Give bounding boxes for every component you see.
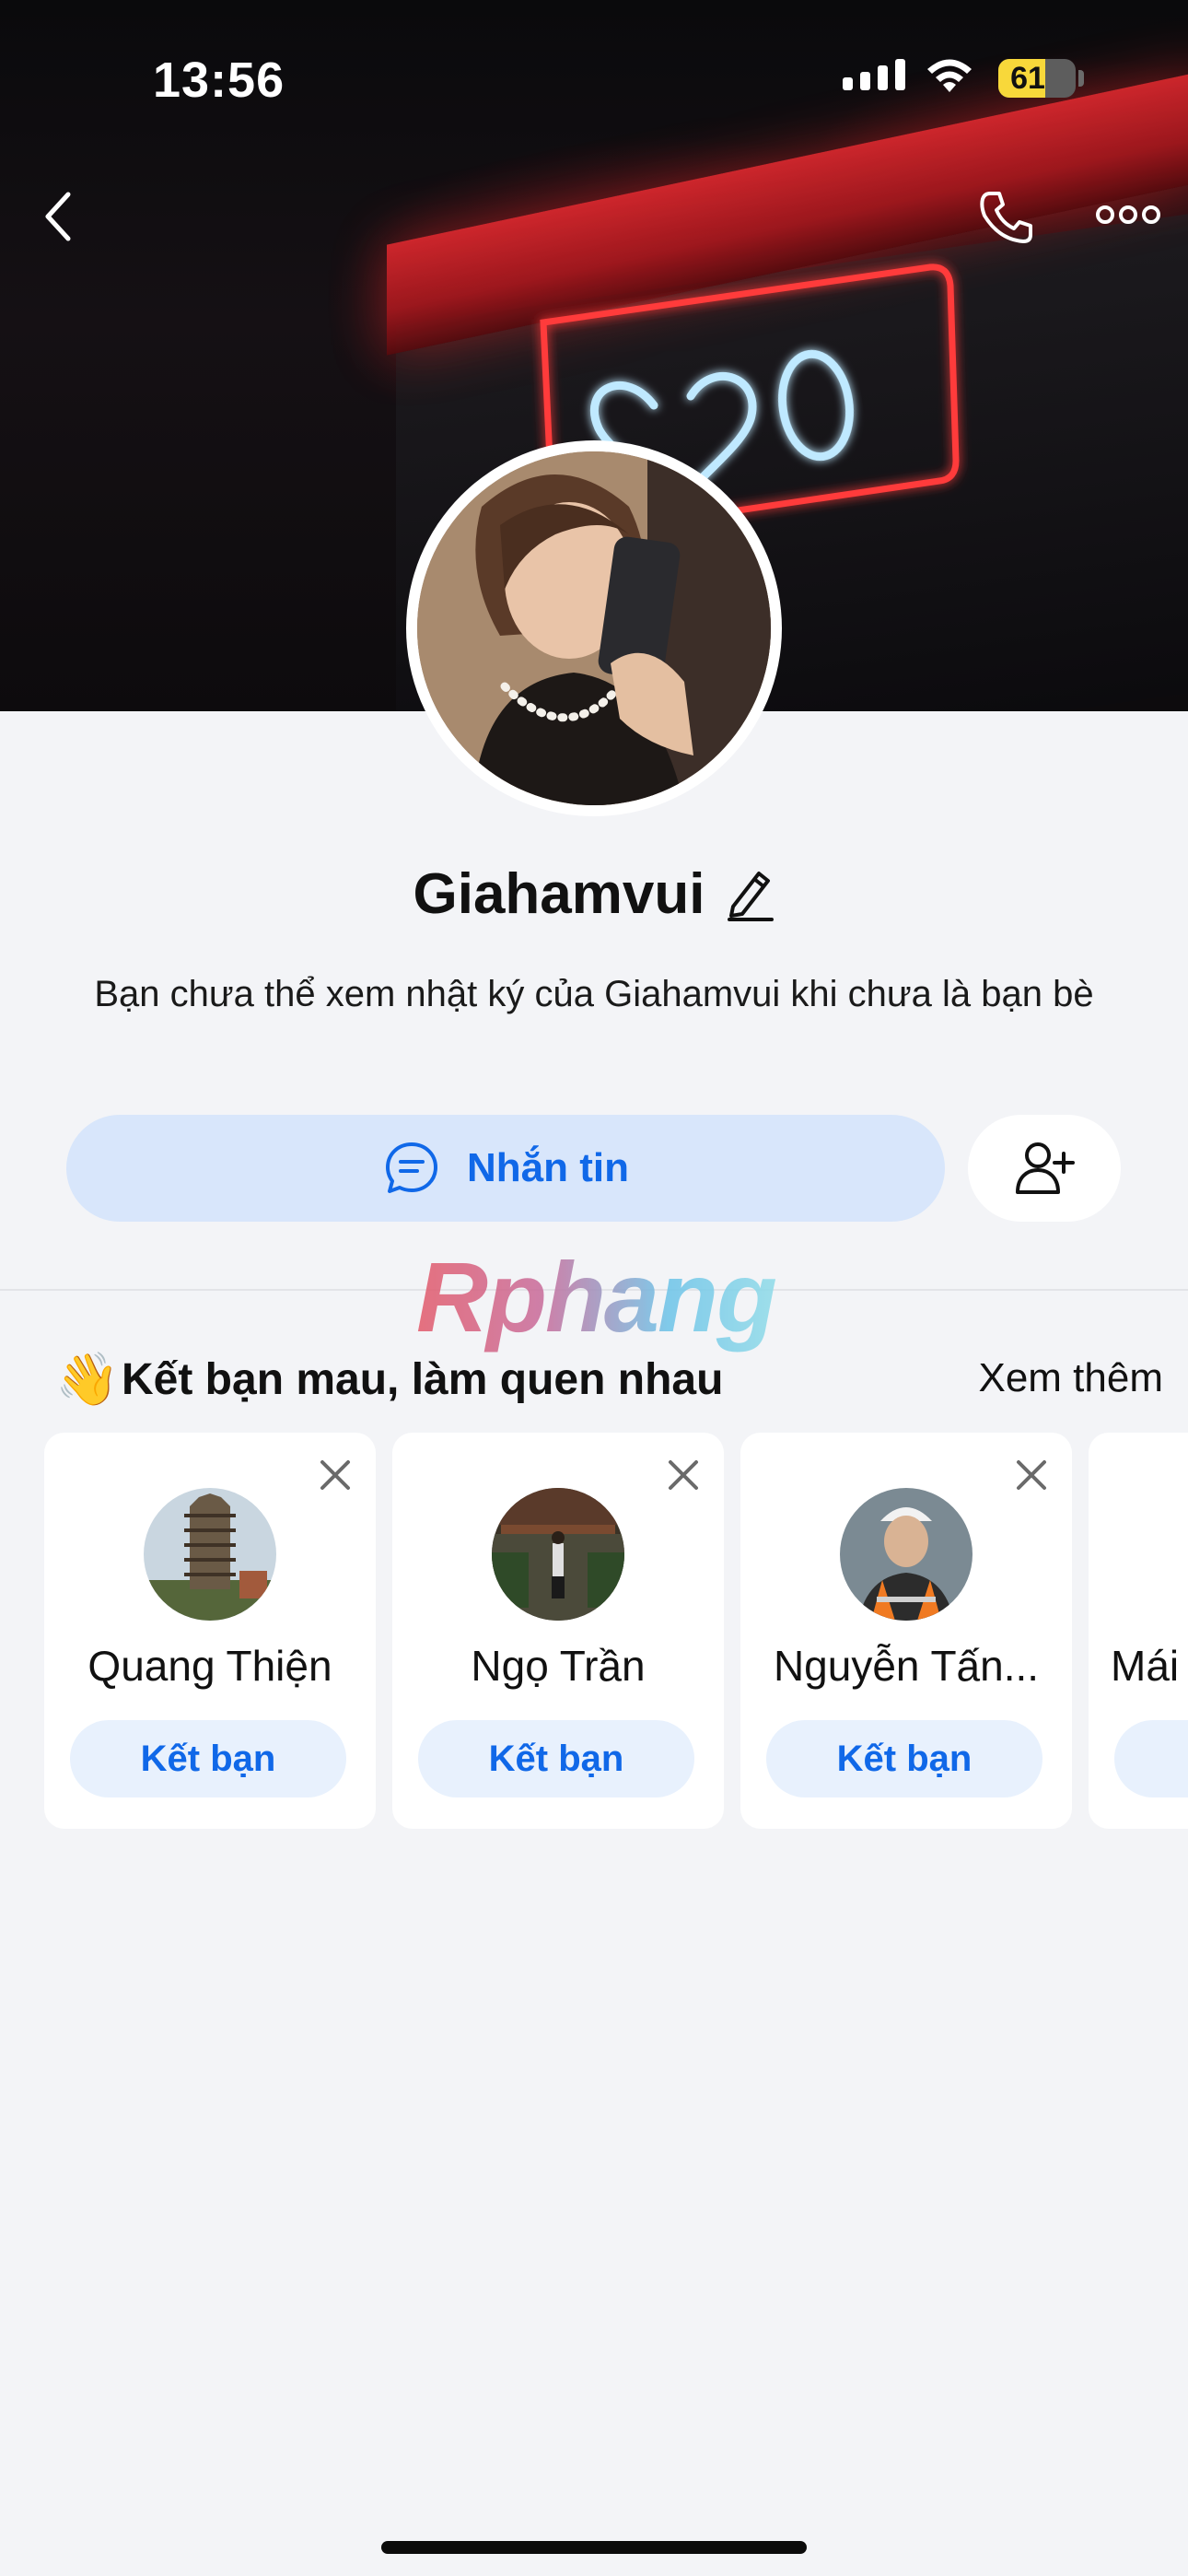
wifi-icon bbox=[927, 59, 972, 92]
home-indicator[interactable] bbox=[381, 2541, 807, 2554]
call-button[interactable] bbox=[976, 188, 1037, 249]
suggestion-avatar[interactable] bbox=[840, 1488, 973, 1621]
profile-name: Giahamvui bbox=[413, 861, 705, 926]
friend-suggestions-header: 👋 Kết bạn mau, làm quen nhau Xem thêm bbox=[55, 1347, 1163, 1411]
profile-name-row: Giahamvui bbox=[0, 857, 1188, 931]
waving-hand-emoji: 👋 bbox=[55, 1350, 120, 1408]
suggestion-avatar[interactable] bbox=[492, 1488, 624, 1621]
battery-icon: 61 bbox=[998, 59, 1076, 98]
add-friend-button[interactable]: Kết bạn bbox=[766, 1720, 1042, 1797]
back-button[interactable] bbox=[37, 190, 77, 245]
chevron-left-icon bbox=[45, 192, 71, 240]
battery-percent: 61 bbox=[1010, 61, 1045, 96]
suggestion-card[interactable]: Ngọ Trần Kết bạn bbox=[392, 1433, 724, 1829]
add-friend-button[interactable]: Kết bạn bbox=[418, 1720, 694, 1797]
more-options-button[interactable] bbox=[1096, 201, 1160, 228]
close-icon bbox=[1017, 1460, 1046, 1490]
suggestions-carousel[interactable]: Quang Thiện Kết bạn Ngọ Trần Kết bạn Ngu… bbox=[44, 1433, 1188, 1829]
battery-tip bbox=[1078, 70, 1084, 87]
cellular-signal-icon bbox=[843, 59, 905, 90]
avatar-photo bbox=[417, 451, 771, 805]
message-button[interactable]: Nhắn tin bbox=[66, 1115, 945, 1222]
add-friend-button[interactable]: Kết bạn bbox=[70, 1720, 346, 1797]
edit-pencil-icon[interactable] bbox=[726, 866, 775, 921]
suggestions-title: Kết bạn mau, làm quen nhau bbox=[122, 1354, 724, 1404]
status-bar: 13:56 61 bbox=[0, 0, 1188, 157]
add-person-icon bbox=[1016, 1142, 1075, 1194]
dismiss-button[interactable] bbox=[315, 1455, 355, 1495]
close-icon bbox=[320, 1460, 350, 1490]
suggestion-name: Nguyễn Tấn... bbox=[773, 1642, 1040, 1690]
phone-icon bbox=[980, 192, 1032, 243]
suggestion-avatar[interactable] bbox=[144, 1488, 276, 1621]
worker-photo bbox=[840, 1488, 973, 1621]
chat-bubble-icon bbox=[386, 1142, 437, 1193]
suggestion-card[interactable]: Mái bbox=[1089, 1433, 1188, 1829]
add-friend-button[interactable] bbox=[968, 1115, 1121, 1222]
avatar-illustration bbox=[417, 451, 771, 805]
suggestion-name: Ngọ Trần bbox=[471, 1642, 646, 1690]
dismiss-button[interactable] bbox=[1011, 1455, 1052, 1495]
ellipsis-icon bbox=[1096, 205, 1160, 224]
suggestion-card[interactable]: Nguyễn Tấn... Kết bạn bbox=[740, 1433, 1072, 1829]
suggestion-name: Mái bbox=[1111, 1642, 1180, 1690]
temple-gate-photo bbox=[492, 1488, 624, 1621]
see-more-button[interactable]: Xem thêm bbox=[973, 1354, 1169, 1402]
add-friend-button[interactable] bbox=[1114, 1720, 1188, 1797]
watermark-logo: Rphang bbox=[416, 1241, 777, 1352]
message-button-label: Nhắn tin bbox=[467, 1145, 629, 1190]
profile-avatar[interactable] bbox=[406, 440, 782, 816]
status-time: 13:56 bbox=[153, 53, 285, 108]
dismiss-button[interactable] bbox=[663, 1455, 704, 1495]
pagoda-photo bbox=[144, 1488, 276, 1621]
suggestion-name: Quang Thiện bbox=[87, 1642, 332, 1690]
close-icon bbox=[669, 1460, 698, 1490]
profile-privacy-note: Bạn chưa thể xem nhật ký của Giahamvui k… bbox=[94, 974, 1094, 1014]
suggestion-card[interactable]: Quang Thiện Kết bạn bbox=[44, 1433, 376, 1829]
